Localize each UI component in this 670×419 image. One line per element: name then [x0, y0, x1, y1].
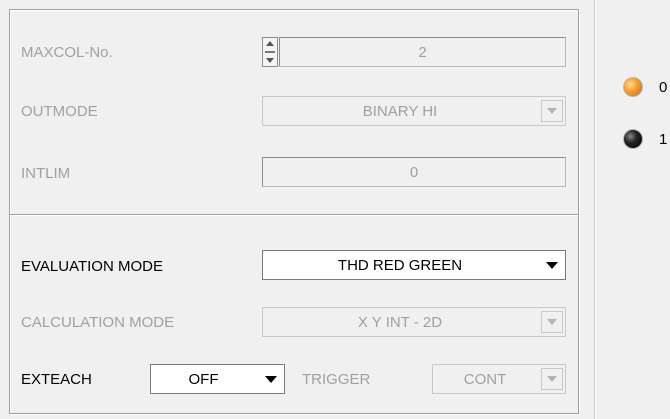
led-black-icon [623, 129, 643, 149]
calculation-mode-select[interactable]: X Y INT - 2D [262, 307, 566, 337]
calculation-mode-label: CALCULATION MODE [21, 314, 175, 331]
outmode-value: BINARY HI [362, 102, 438, 120]
calculation-mode-value: X Y INT - 2D [357, 313, 443, 331]
chevron-down-icon[interactable] [260, 368, 282, 390]
led-0-label: 0 [659, 79, 668, 96]
intlim-field[interactable]: 0 [262, 157, 566, 187]
maxcol-label: MAXCOL-No. [21, 44, 113, 61]
chevron-down-icon[interactable] [541, 100, 563, 122]
outmode-label: OUTMODE [21, 103, 98, 120]
chevron-down-icon[interactable] [541, 311, 563, 333]
exteach-value: OFF [188, 370, 219, 388]
trigger-label: TRIGGER [302, 371, 371, 388]
spin-divider [265, 51, 275, 53]
trigger-value: CONT [463, 370, 507, 388]
maxcol-spinner[interactable] [262, 37, 278, 67]
trigger-select[interactable]: CONT [432, 364, 566, 394]
chevron-down-icon[interactable] [541, 368, 563, 390]
spin-down-icon[interactable] [266, 58, 274, 63]
evaluation-mode-value: THD RED GREEN [337, 256, 463, 274]
intlim-label: INTLIM [21, 165, 71, 182]
spin-up-icon[interactable] [266, 41, 274, 46]
vertical-divider [594, 0, 595, 419]
outmode-select[interactable]: BINARY HI [262, 96, 566, 126]
evaluation-mode-label: EVALUATION MODE [21, 258, 163, 275]
maxcol-value: 2 [418, 43, 427, 61]
maxcol-field[interactable]: 2 [279, 37, 566, 67]
led-1-label: 1 [659, 131, 668, 148]
exteach-select[interactable]: OFF [150, 364, 285, 394]
intlim-value: 0 [409, 163, 419, 181]
evaluation-mode-select[interactable]: THD RED GREEN [262, 250, 566, 280]
chevron-down-icon[interactable] [541, 254, 563, 276]
exteach-label: EXTEACH [21, 371, 92, 388]
led-orange-icon [623, 77, 643, 97]
